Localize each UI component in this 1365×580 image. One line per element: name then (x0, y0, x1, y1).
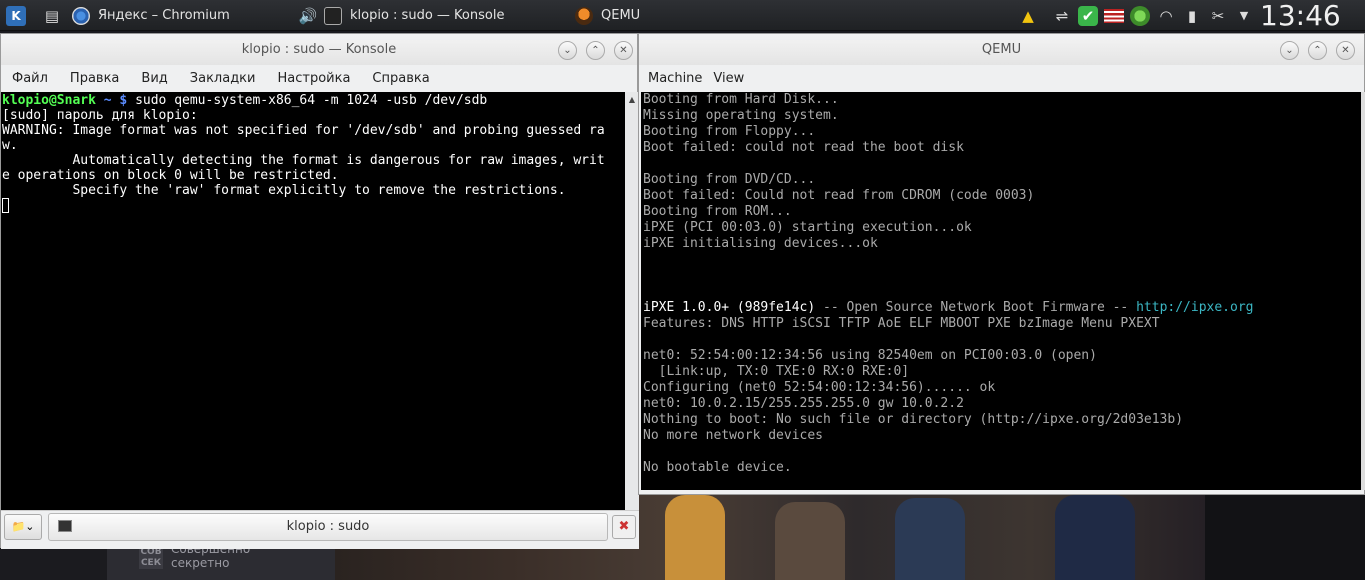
wifi-icon[interactable]: ◠ (1156, 6, 1176, 26)
vm-line: iPXE (PCI 00:03.0) starting execution...… (643, 220, 972, 235)
vm-scrollbar[interactable] (1361, 92, 1365, 490)
security-shield-icon[interactable]: ✔ (1078, 6, 1098, 26)
menu-file[interactable]: Файл (1, 71, 59, 86)
terminal-line: WARNING: Image format was not specified … (2, 123, 605, 138)
menu-bookmarks[interactable]: Закладки (179, 71, 267, 86)
maximize-button[interactable]: ⌃ (586, 41, 605, 60)
vm-line: Missing operating system. (643, 108, 839, 123)
scroll-up-icon[interactable]: ▲ (626, 94, 638, 106)
vm-line: net0: 52:54:00:12:34:56 using 82540em on… (643, 348, 1097, 363)
konsole-menubar: Файл Правка Вид Закладки Настройка Справ… (1, 65, 637, 92)
qemu-menubar: Machine View (639, 65, 1364, 92)
minimize-button[interactable]: ⌄ (558, 41, 577, 60)
task-konsole[interactable]: klopio : sudo — Konsole (324, 0, 504, 31)
menu-view[interactable]: Вид (130, 71, 178, 86)
panel-clock[interactable]: 13:46 (1260, 0, 1341, 31)
vm-line: Boot failed: Could not read from CDROM (… (643, 188, 1035, 203)
vm-line: iPXE initialising devices...ok (643, 236, 878, 251)
updates-icon[interactable]: ▲ (1018, 6, 1038, 26)
wallpaper-logo: СОВ СЕК (139, 547, 163, 569)
ipxe-version: iPXE 1.0.0+ (989fe14c) (643, 300, 816, 315)
chromium-icon (72, 6, 90, 25)
vm-display[interactable]: Booting from Hard Disk... Missing operat… (641, 92, 1361, 490)
tab-label: klopio : sudo (286, 519, 370, 534)
task-label: Яндекс – Chromium (98, 8, 230, 23)
messenger-icon[interactable] (1130, 6, 1150, 26)
wallpaper-dark-area (1205, 490, 1365, 580)
minimize-button[interactable]: ⌄ (1280, 41, 1299, 60)
prompt-path: ~ (103, 93, 112, 108)
menu-help[interactable]: Справка (361, 71, 440, 86)
vm-line: Boot failed: could not read the boot dis… (643, 140, 964, 155)
vm-line: Booting from ROM... (643, 204, 792, 219)
menu-edit[interactable]: Правка (59, 71, 130, 86)
keyboard-layout-flag-icon[interactable] (1104, 9, 1124, 23)
maximize-button[interactable]: ⌃ (1308, 41, 1327, 60)
konsole-titlebar[interactable]: klopio : sudo — Konsole ⌄ ⌃ ✕ (1, 34, 637, 65)
vm-line: net0: 10.0.2.15/255.255.255.0 gw 10.0.2.… (643, 396, 964, 411)
task-label: klopio : sudo — Konsole (350, 8, 505, 23)
terminal-line: w. (2, 138, 18, 153)
vm-line: Booting from Hard Disk... (643, 92, 839, 107)
terminal-line: [sudo] пароль для klopio: (2, 108, 198, 123)
vm-line: Nothing to boot: No such file or directo… (643, 412, 1184, 427)
prompt-user: klopio@Snark (2, 93, 96, 108)
vm-line: No more network devices (643, 428, 824, 443)
vm-line: Features: DNS HTTP iSCSI TFTP AoE ELF MB… (643, 316, 1160, 331)
terminal-line: Automatically detecting the format is da… (2, 153, 605, 168)
file-manager-icon[interactable]: ▤ (42, 6, 62, 26)
window-title: klopio : sudo — Konsole (241, 42, 397, 57)
desktop: СОВ СЕК Совершенно секретно K ▤ Яндекс –… (0, 0, 1365, 580)
application-launcher-icon[interactable]: K (6, 6, 26, 26)
qemu-icon (575, 6, 593, 25)
terminal-icon (324, 6, 342, 25)
tray-expand-chevron-down-icon[interactable]: ▼ (1234, 6, 1254, 26)
terminal-line: e operations on block 0 will be restrict… (2, 168, 339, 183)
close-button[interactable]: ✕ (1336, 41, 1355, 60)
qemu-titlebar[interactable]: QEMU ⌄ ⌃ ✕ (639, 34, 1364, 65)
close-button[interactable]: ✕ (614, 41, 633, 60)
vm-line: No bootable device. (643, 460, 792, 475)
terminal-cursor (2, 198, 9, 213)
menu-settings[interactable]: Настройка (266, 71, 361, 86)
vm-line: [Link:up, TX:0 TXE:0 RX:0 RXE:0] (643, 364, 910, 379)
window-title: QEMU (981, 42, 1022, 57)
terminal-scrollbar[interactable]: ▲ ▼ (625, 92, 639, 541)
menu-machine[interactable]: Machine (639, 71, 713, 86)
usb-icon[interactable]: ⇌ (1052, 6, 1072, 26)
ipxe-url: http://ipxe.org (1136, 300, 1254, 315)
terminal-command: sudo qemu-system-x86_64 -m 1024 -usb /de… (135, 93, 488, 108)
top-panel: K ▤ Яндекс – Chromium 🔊 klopio : sudo — … (0, 0, 1365, 31)
volume-icon[interactable]: 🔊 (298, 6, 318, 26)
clipboard-scissors-icon[interactable]: ✂ (1208, 6, 1228, 26)
new-tab-button[interactable]: 📁⌄ (4, 514, 42, 540)
ipxe-tagline: -- Open Source Network Boot Firmware -- (815, 300, 1137, 315)
terminal-line: Specify the 'raw' format explicitly to r… (2, 183, 566, 198)
task-qemu[interactable]: QEMU (575, 0, 640, 31)
vm-line: Configuring (net0 52:54:00:12:34:56)....… (643, 380, 996, 395)
prompt-sign: $ (119, 93, 128, 108)
terminal-output[interactable]: klopio@Snark ~ $ sudo qemu-system-x86_64… (1, 92, 625, 541)
tab-klopio-sudo[interactable]: klopio : sudo (48, 513, 608, 541)
qemu-window: QEMU ⌄ ⌃ ✕ Machine View Booting from Har… (638, 33, 1365, 495)
konsole-window: klopio : sudo — Konsole ⌄ ⌃ ✕ Файл Правк… (0, 33, 639, 549)
close-tab-button[interactable]: ✖ (612, 515, 636, 539)
menu-view[interactable]: View (713, 71, 755, 86)
vm-line: Booting from Floppy... (643, 124, 816, 139)
vm-line: Booting from DVD/CD... (643, 172, 816, 187)
task-label: QEMU (601, 8, 641, 23)
battery-icon[interactable]: ▮ (1182, 6, 1202, 26)
task-chromium[interactable]: Яндекс – Chromium (72, 0, 230, 31)
